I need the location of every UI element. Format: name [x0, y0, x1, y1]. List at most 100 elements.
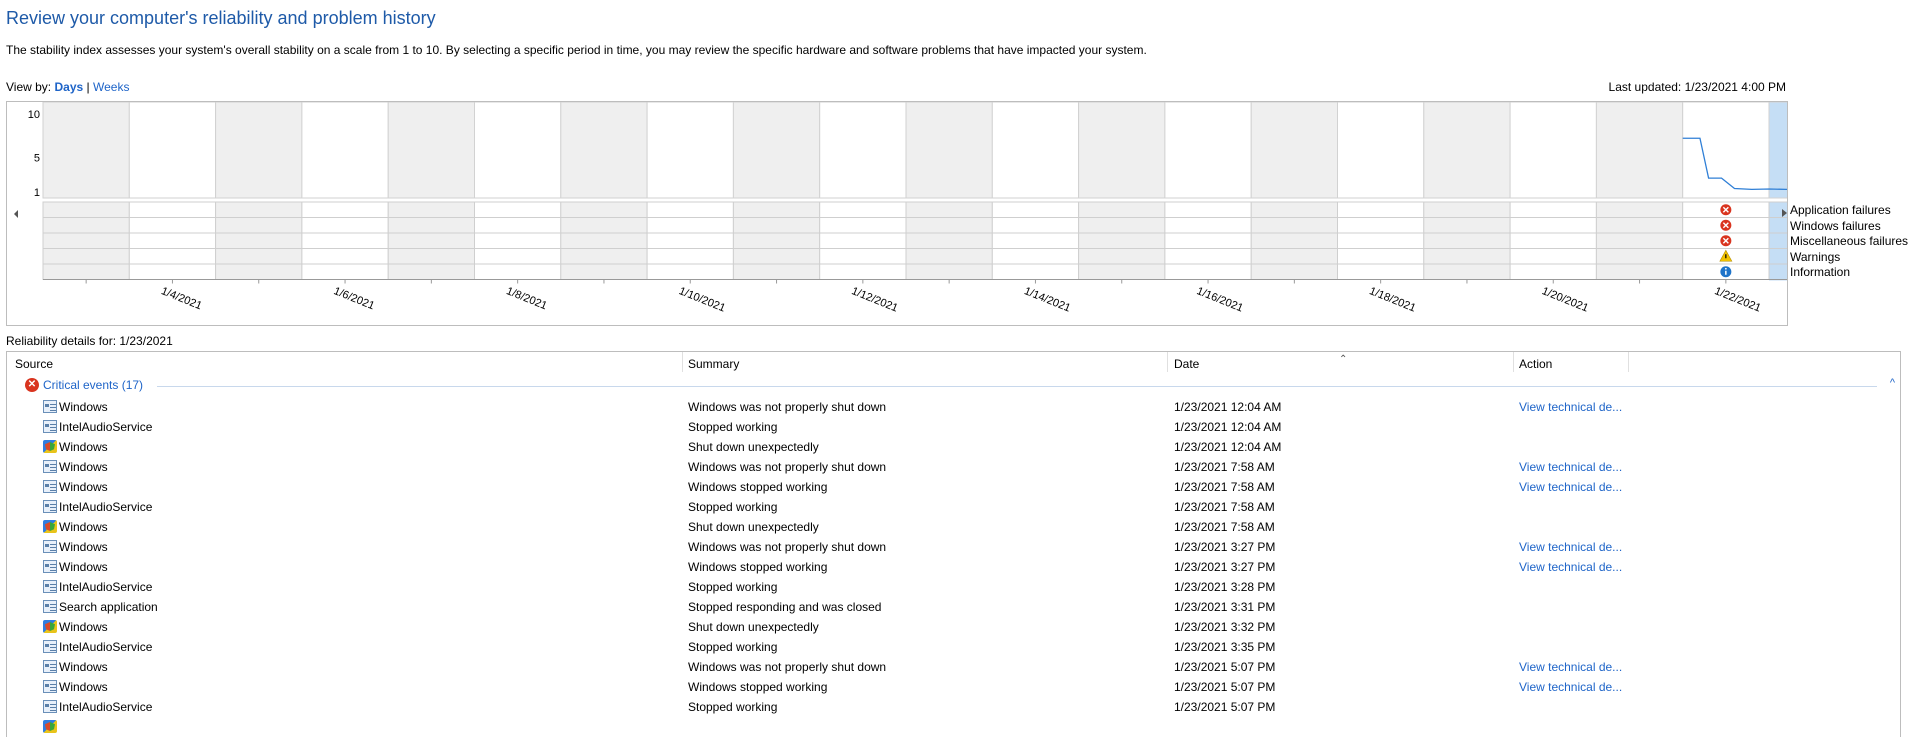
column-header-source[interactable]: Source	[15, 357, 53, 371]
table-row[interactable]: Windows Shut down unexpectedly 1/23/2021 3…	[7, 617, 1900, 637]
group-header-critical-events[interactable]: ✕ Critical events (17) ^	[25, 377, 1895, 395]
event-cell[interactable]	[1164, 248, 1252, 265]
event-cell[interactable]	[905, 201, 993, 218]
event-cell[interactable]	[1164, 232, 1252, 249]
event-cell[interactable]	[1078, 248, 1166, 265]
event-cell[interactable]	[1250, 248, 1338, 265]
day-column[interactable]	[646, 102, 734, 199]
event-cell[interactable]	[301, 263, 389, 280]
event-cell[interactable]	[301, 201, 389, 218]
view-technical-details-link[interactable]: View technical de...	[1519, 540, 1622, 554]
event-cell[interactable]	[1164, 201, 1252, 218]
day-column[interactable]	[1337, 102, 1425, 199]
event-cell[interactable]	[1250, 201, 1338, 218]
event-cell[interactable]	[1768, 248, 1787, 265]
event-cell[interactable]	[1078, 263, 1166, 280]
view-weeks-link[interactable]: Weeks	[93, 80, 129, 94]
table-row[interactable]: Windows Windows was not properly shut dow…	[7, 457, 1900, 477]
event-cell[interactable]	[387, 232, 476, 249]
table-row[interactable]: Windows Windows stopped working 1/23/2021 …	[7, 677, 1900, 697]
column-divider[interactable]	[1513, 352, 1514, 372]
scroll-right-icon[interactable]	[1780, 206, 1790, 220]
day-column[interactable]	[991, 102, 1080, 199]
event-cell[interactable]	[1078, 217, 1166, 234]
day-column[interactable]	[732, 102, 821, 199]
event-cell[interactable]	[819, 263, 907, 280]
column-header-summary[interactable]: Summary	[688, 357, 739, 371]
event-cell[interactable]	[1423, 248, 1511, 265]
event-cell[interactable]	[1595, 217, 1684, 234]
event-cell[interactable]	[646, 217, 734, 234]
event-cell[interactable]	[1337, 232, 1425, 249]
event-cell[interactable]	[646, 232, 734, 249]
event-cell[interactable]	[128, 232, 217, 249]
view-technical-details-link[interactable]: View technical de...	[1519, 460, 1622, 474]
table-row[interactable]: Windows Windows was not properly shut dow…	[7, 537, 1900, 557]
event-cell[interactable]	[1337, 248, 1425, 265]
event-cell[interactable]	[1164, 217, 1252, 234]
event-cell[interactable]	[215, 217, 303, 234]
event-cell[interactable]	[1250, 263, 1338, 280]
event-cell[interactable]	[732, 217, 821, 234]
event-cell[interactable]	[1509, 263, 1597, 280]
event-cell[interactable]	[128, 217, 217, 234]
day-column[interactable]	[1509, 102, 1597, 199]
reliability-chart-svg[interactable]: 10 5 1 1/4/2021 1/6/2021 1/8/2021 1/10/2021 1/1…	[7, 102, 1787, 325]
table-row[interactable]: Windows Windows was not properly shut dow…	[7, 657, 1900, 677]
event-cell[interactable]	[560, 217, 648, 234]
event-cell[interactable]	[1250, 232, 1338, 249]
table-row[interactable]: Search application Stopped responding and…	[7, 597, 1900, 617]
event-cell[interactable]	[560, 232, 648, 249]
event-cell[interactable]	[732, 248, 821, 265]
event-cell[interactable]	[1423, 201, 1511, 218]
event-cell[interactable]	[819, 201, 907, 218]
day-column[interactable]	[560, 102, 648, 199]
event-cell[interactable]	[42, 248, 130, 265]
event-cell[interactable]	[991, 263, 1080, 280]
event-cell[interactable]	[42, 201, 130, 218]
event-cell[interactable]	[732, 263, 821, 280]
event-cell[interactable]	[1078, 201, 1166, 218]
event-cell[interactable]	[905, 263, 993, 280]
table-row[interactable]: Windows Windows stopped working 1/23/2021 …	[7, 557, 1900, 577]
event-cell[interactable]	[474, 201, 562, 218]
event-cell[interactable]	[42, 263, 130, 280]
day-column[interactable]	[1250, 102, 1338, 199]
event-cell[interactable]	[560, 263, 648, 280]
event-cell[interactable]	[215, 201, 303, 218]
day-column[interactable]	[1164, 102, 1252, 199]
view-technical-details-link[interactable]: View technical de...	[1519, 560, 1622, 574]
day-column[interactable]	[215, 102, 303, 199]
table-row[interactable]: IntelAudioService Stopped working 1/23/202…	[7, 697, 1900, 717]
reliability-chart[interactable]: 10 5 1 1/4/2021 1/6/2021 1/8/2021 1/10/2021 1/1…	[6, 101, 1788, 326]
event-cell[interactable]	[1595, 263, 1684, 280]
event-cell[interactable]	[387, 263, 476, 280]
event-cell[interactable]	[1595, 201, 1684, 218]
event-cell[interactable]	[1078, 232, 1166, 249]
event-cell[interactable]	[1423, 217, 1511, 234]
view-days-link[interactable]: Days	[54, 80, 83, 94]
table-row[interactable]: Windows Windows stopped working 1/23/2021 …	[7, 477, 1900, 497]
view-technical-details-link[interactable]: View technical de...	[1519, 400, 1622, 414]
event-cell[interactable]	[1250, 217, 1338, 234]
column-divider[interactable]	[682, 352, 683, 372]
event-cell[interactable]	[1337, 201, 1425, 218]
view-technical-details-link[interactable]: View technical de...	[1519, 480, 1622, 494]
day-column[interactable]	[474, 102, 562, 199]
day-column[interactable]	[42, 102, 130, 199]
event-cell[interactable]	[1595, 248, 1684, 265]
event-cell[interactable]	[1337, 217, 1425, 234]
event-cell[interactable]	[905, 248, 993, 265]
event-cell[interactable]	[991, 217, 1080, 234]
day-column[interactable]	[301, 102, 389, 199]
event-cell[interactable]	[1595, 232, 1684, 249]
day-column[interactable]	[1423, 102, 1511, 199]
scroll-left-icon[interactable]	[14, 210, 18, 218]
event-cell[interactable]	[1768, 263, 1787, 280]
event-cell[interactable]	[474, 232, 562, 249]
column-header-action[interactable]: Action	[1519, 357, 1552, 371]
event-cell[interactable]	[301, 217, 389, 234]
column-header-date[interactable]: Date	[1174, 357, 1199, 371]
table-row[interactable]: IntelAudioService Stopped working 1/23/202…	[7, 577, 1900, 597]
critical-events-list[interactable]: Source Summary Date ⌃ Action ✕ Critical …	[6, 351, 1901, 737]
